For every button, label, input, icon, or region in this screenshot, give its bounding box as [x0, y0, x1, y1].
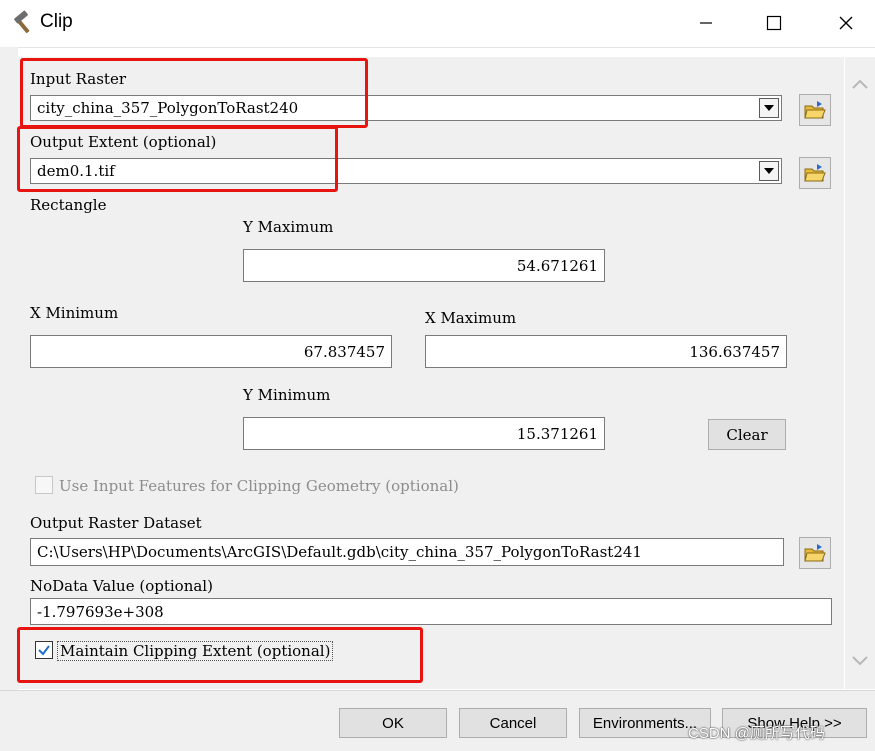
title-bar: Clip: [0, 0, 875, 48]
left-margin: [0, 47, 18, 690]
x-minimum-value: 67.837457: [303, 342, 385, 361]
output-raster-value: C:\Users\HP\Documents\ArcGIS\Default.gdb…: [37, 543, 642, 561]
nodata-label: NoData Value (optional): [30, 577, 213, 595]
x-maximum-value: 136.637457: [689, 342, 780, 361]
open-folder-icon: [804, 101, 826, 119]
nodata-input[interactable]: -1.797693e+308: [30, 598, 832, 625]
chevron-down-icon[interactable]: [759, 161, 779, 181]
window-title: Clip: [40, 11, 73, 32]
use-input-features-label: Use Input Features for Clipping Geometry…: [59, 477, 459, 495]
scroll-up-icon[interactable]: [851, 75, 869, 94]
close-icon: [839, 16, 853, 30]
output-extent-browse-button[interactable]: [799, 157, 831, 189]
chevron-down-icon[interactable]: [759, 98, 779, 118]
output-raster-input[interactable]: C:\Users\HP\Documents\ArcGIS\Default.gdb…: [30, 538, 784, 566]
environments-button-label: Environments...: [592, 714, 698, 732]
output-raster-label: Output Raster Dataset: [30, 514, 202, 532]
ok-button[interactable]: OK: [339, 708, 447, 738]
nodata-value: -1.797693e+308: [37, 602, 164, 621]
clear-button[interactable]: Clear: [708, 419, 786, 450]
highlight-box-output-extent: [17, 126, 338, 192]
maximize-button[interactable]: [757, 8, 791, 38]
input-raster-browse-button[interactable]: [799, 94, 831, 126]
use-input-features-checkbox[interactable]: [35, 476, 53, 494]
ok-button-label: OK: [382, 714, 404, 732]
x-minimum-label: X Minimum: [30, 304, 119, 322]
scroll-down-icon[interactable]: [851, 652, 869, 671]
close-button[interactable]: [829, 8, 863, 38]
open-folder-icon: [804, 544, 826, 562]
y-maximum-value: 54.671261: [516, 256, 598, 275]
rectangle-label: Rectangle: [30, 196, 107, 214]
scrollbar[interactable]: [845, 57, 875, 689]
y-maximum-input[interactable]: 54.671261: [243, 249, 605, 282]
x-maximum-label: X Maximum: [425, 309, 517, 327]
x-maximum-input[interactable]: 136.637457: [425, 335, 787, 368]
minimize-button[interactable]: [689, 8, 723, 38]
y-minimum-value: 15.371261: [516, 424, 598, 443]
x-minimum-input[interactable]: 67.837457: [30, 335, 392, 368]
y-minimum-input[interactable]: 15.371261: [243, 417, 605, 450]
clear-button-label: Clear: [726, 425, 768, 444]
y-minimum-label: Y Minimum: [243, 386, 331, 404]
highlight-box-input-raster: [20, 58, 368, 128]
cancel-button[interactable]: Cancel: [459, 708, 567, 738]
y-maximum-label: Y Maximum: [243, 218, 334, 236]
watermark: CSDN @厕所写代码: [688, 725, 825, 742]
highlight-box-maintain-extent: [17, 627, 423, 683]
cancel-button-label: Cancel: [489, 714, 537, 732]
open-folder-icon: [804, 164, 826, 182]
hammer-icon: [10, 10, 36, 36]
output-raster-browse-button[interactable]: [799, 537, 831, 569]
